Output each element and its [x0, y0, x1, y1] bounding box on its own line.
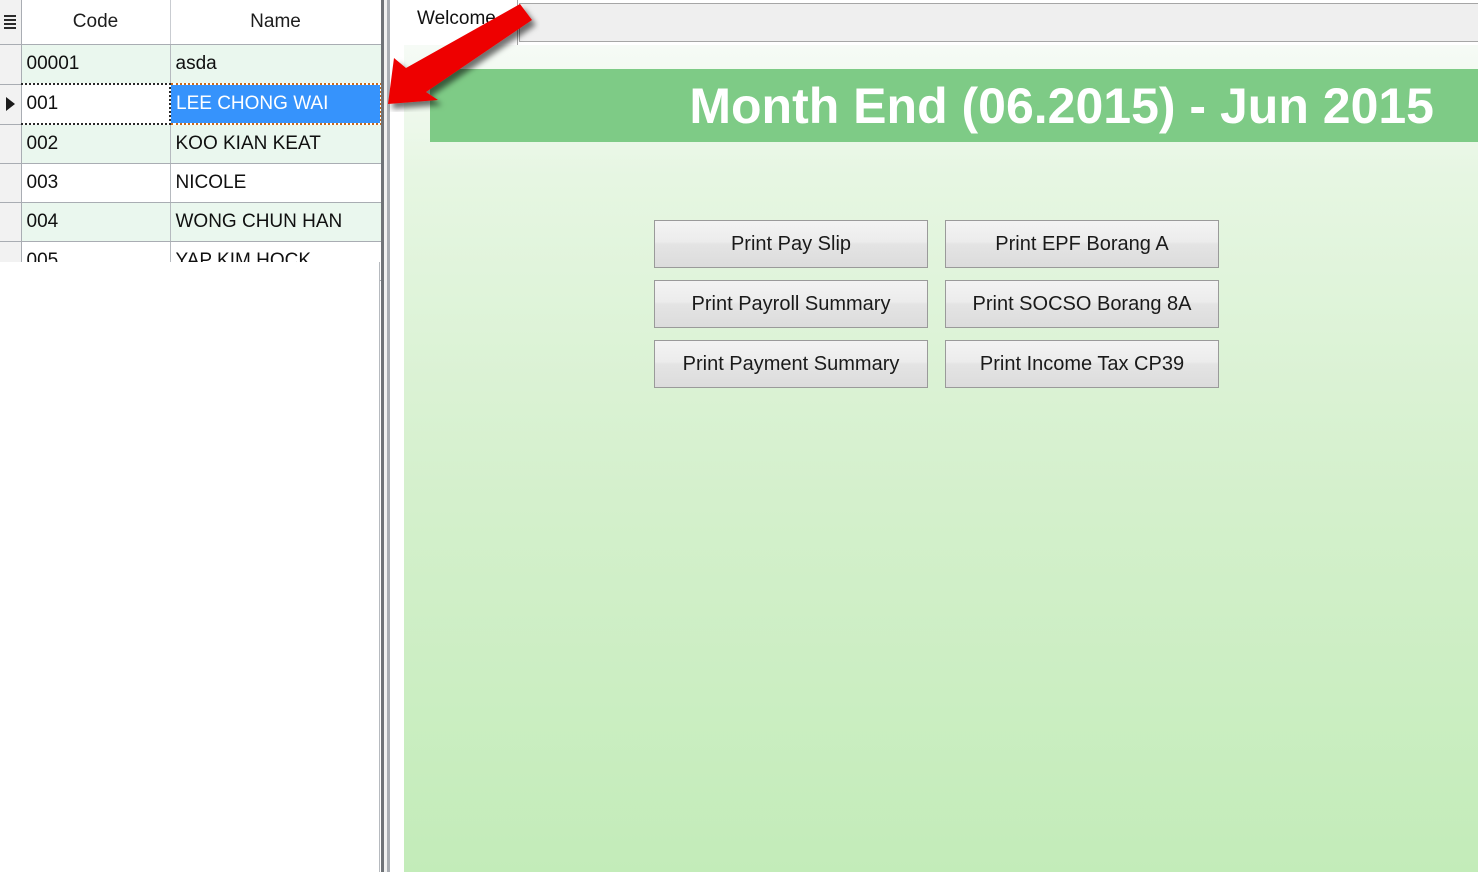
row-indicator-cell[interactable] — [0, 202, 22, 242]
report-buttons-row-3: Print Payment Summary Print Income Tax C… — [654, 340, 1224, 388]
cell-name[interactable]: NICOLE — [170, 163, 381, 203]
print-socso-borang-8a-button[interactable]: Print SOCSO Borang 8A — [945, 280, 1219, 328]
cell-code[interactable]: 00001 — [21, 44, 171, 85]
print-pay-slip-button[interactable]: Print Pay Slip — [654, 220, 928, 268]
right-triangle-icon — [5, 96, 15, 111]
table-row[interactable]: 003 NICOLE — [0, 163, 381, 203]
report-buttons-row-2: Print Payroll Summary Print SOCSO Borang… — [654, 280, 1224, 328]
grid-body: 00001 asda 001 LEE CHONG WAI 002 KOO KIA… — [0, 44, 381, 281]
tab-welcome-label: Welcome — [417, 8, 496, 29]
panel-splitter[interactable] — [381, 0, 390, 872]
report-buttons-row-1: Print Pay Slip Print EPF Borang A — [654, 220, 1224, 268]
month-end-banner: Month End (06.2015) - Jun 2015 — [430, 69, 1478, 142]
grid-empty-area — [0, 262, 380, 872]
row-indicator-cell-current[interactable] — [0, 84, 22, 125]
row-indicator-cell[interactable] — [0, 124, 22, 164]
page-title: Month End (06.2015) - Jun 2015 — [689, 77, 1434, 134]
row-indicator-cell[interactable] — [0, 44, 22, 85]
column-header-code[interactable]: Code — [21, 0, 171, 45]
tab-welcome[interactable]: Welcome — [404, 0, 518, 45]
table-row[interactable]: 004 WONG CHUN HAN — [0, 202, 381, 242]
report-buttons-group: Print Pay Slip Print EPF Borang A Print … — [654, 220, 1224, 400]
cell-name-selected[interactable]: LEE CHONG WAI — [170, 83, 381, 125]
grid-header-row: Code Name — [0, 0, 381, 45]
grid-menu-header-cell[interactable] — [0, 0, 22, 45]
cell-code[interactable]: 002 — [21, 124, 171, 164]
cell-code[interactable]: 004 — [21, 202, 171, 242]
cell-name[interactable]: asda — [170, 44, 381, 85]
print-epf-borang-a-button[interactable]: Print EPF Borang A — [945, 220, 1219, 268]
table-row[interactable]: 002 KOO KIAN KEAT — [0, 124, 381, 164]
application-window: Code Name 00001 asda 001 LEE CHONG WAI 0… — [0, 0, 1478, 872]
table-row[interactable]: 00001 asda — [0, 44, 381, 85]
print-income-tax-cp39-button[interactable]: Print Income Tax CP39 — [945, 340, 1219, 388]
tab-strip: Welcome — [395, 0, 1478, 45]
employee-grid-panel: Code Name 00001 asda 001 LEE CHONG WAI 0… — [0, 0, 381, 872]
welcome-content-area: Month End (06.2015) - Jun 2015 Print Pay… — [404, 45, 1478, 872]
column-header-name[interactable]: Name — [170, 0, 381, 45]
cell-name[interactable]: KOO KIAN KEAT — [170, 124, 381, 164]
cell-code[interactable]: 001 — [21, 83, 171, 125]
print-payroll-summary-button[interactable]: Print Payroll Summary — [654, 280, 928, 328]
table-row[interactable]: 001 LEE CHONG WAI — [0, 83, 381, 125]
employee-grid: Code Name 00001 asda 001 LEE CHONG WAI 0… — [0, 0, 381, 281]
row-indicator-cell[interactable] — [0, 163, 22, 203]
list-menu-icon — [4, 15, 17, 29]
cell-name[interactable]: WONG CHUN HAN — [170, 202, 381, 242]
main-panel: Welcome Month End (06.2015) - Jun 2015 P… — [395, 0, 1478, 872]
print-payment-summary-button[interactable]: Print Payment Summary — [654, 340, 928, 388]
tab-strip-filler — [519, 3, 1478, 42]
cell-code[interactable]: 003 — [21, 163, 171, 203]
